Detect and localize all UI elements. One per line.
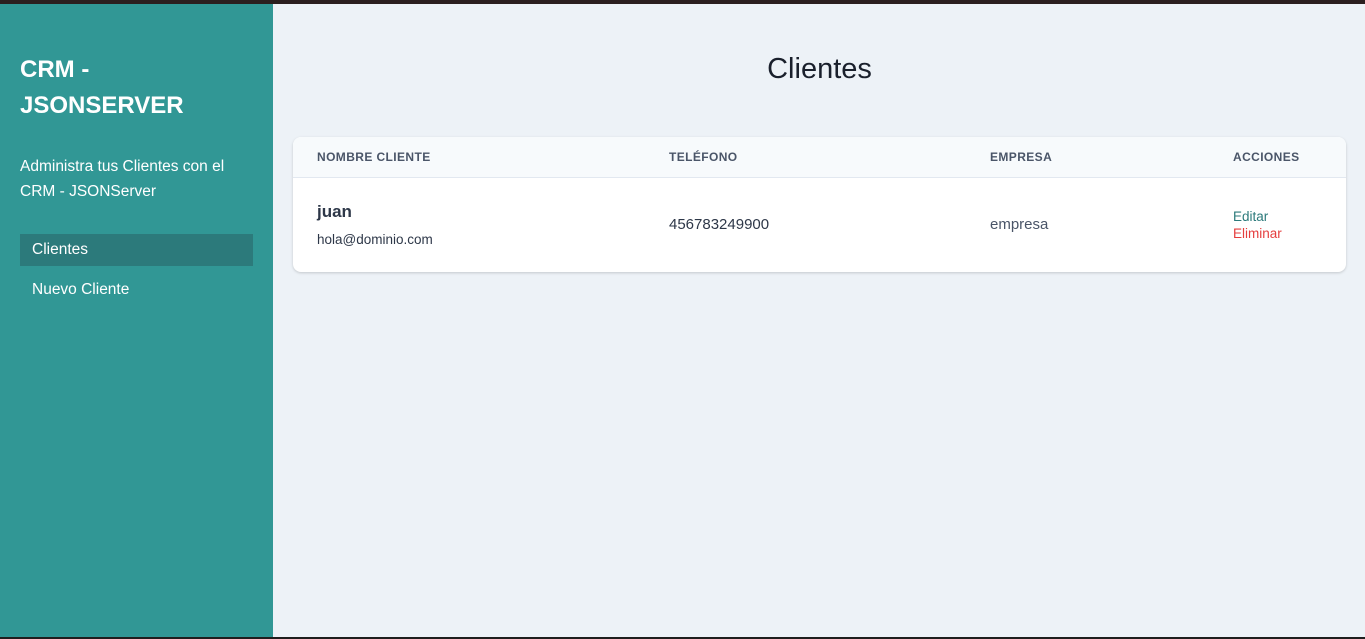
table-header: NOMBRE CLIENTE TELÉFONO EMPRESA ACCIONES: [293, 137, 1346, 178]
clients-table: NOMBRE CLIENTE TELÉFONO EMPRESA ACCIONES…: [293, 137, 1346, 272]
main-content: Clientes NOMBRE CLIENTE TELÉFONO EMPRESA…: [273, 4, 1365, 637]
header-telefono: TELÉFONO: [645, 137, 966, 178]
table-header-row: NOMBRE CLIENTE TELÉFONO EMPRESA ACCIONES: [293, 137, 1346, 178]
sidebar-nav: Clientes Nuevo Cliente: [20, 234, 253, 306]
header-empresa: EMPRESA: [966, 137, 1209, 178]
nav-link-nuevo-cliente[interactable]: Nuevo Cliente: [20, 274, 253, 306]
nav-link-clientes[interactable]: Clientes: [20, 234, 253, 266]
header-acciones: ACCIONES: [1209, 137, 1346, 178]
app-tagline: Administra tus Clientes con el CRM - JSO…: [20, 158, 225, 200]
app-brand: CRM - JSONSERVER: [20, 56, 184, 119]
clients-table-card: NOMBRE CLIENTE TELÉFONO EMPRESA ACCIONES…: [293, 137, 1346, 272]
cell-actions: Editar Eliminar: [1209, 177, 1346, 272]
header-nombre-cliente: NOMBRE CLIENTE: [293, 137, 645, 178]
table-body: juan hola@dominio.com 456783249900 empre…: [293, 177, 1346, 272]
client-name: juan: [317, 202, 352, 221]
client-email: hola@dominio.com: [317, 232, 433, 247]
page-title: Clientes: [767, 53, 872, 85]
cell-phone: 456783249900: [669, 216, 770, 233]
cell-client-info: juan hola@dominio.com: [293, 177, 645, 272]
table-row: juan hola@dominio.com 456783249900 empre…: [293, 177, 1346, 272]
app-container: CRM - JSONSERVER Administra tus Clientes…: [0, 4, 1365, 637]
cell-company: empresa: [990, 216, 1049, 233]
edit-button[interactable]: Editar: [1233, 209, 1268, 224]
delete-button[interactable]: Eliminar: [1233, 226, 1282, 241]
sidebar: CRM - JSONSERVER Administra tus Clientes…: [0, 4, 273, 637]
